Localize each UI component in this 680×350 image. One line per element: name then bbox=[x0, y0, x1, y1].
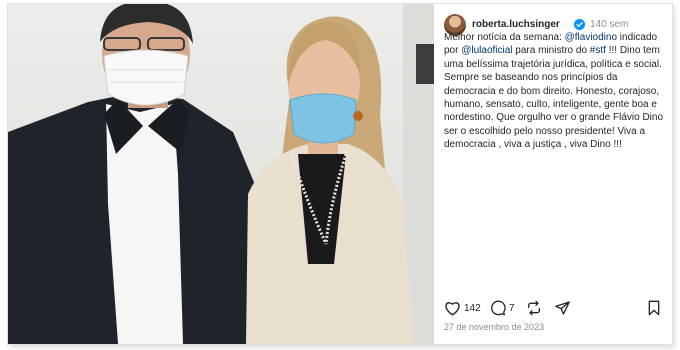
mention-flaviodino[interactable]: @flaviodino bbox=[565, 32, 617, 43]
repost-icon[interactable] bbox=[526, 300, 542, 316]
like-count: 142 bbox=[464, 302, 481, 314]
send-icon[interactable] bbox=[554, 300, 571, 316]
like-action[interactable]: 142 bbox=[444, 300, 481, 316]
send-button[interactable] bbox=[554, 300, 571, 316]
instagram-post-card: roberta.luchsinger 140 sem Melhor notíci… bbox=[8, 4, 672, 344]
comment-icon[interactable] bbox=[490, 300, 506, 316]
post-time-ago: 140 sem bbox=[590, 19, 629, 30]
hashtag-stf[interactable]: #stf bbox=[590, 45, 606, 56]
caption-text: para ministro do bbox=[512, 45, 590, 57]
verified-badge-icon bbox=[574, 19, 585, 30]
post-caption: Melhor notícia da semana: @flaviodino in… bbox=[444, 31, 664, 152]
caption-text: !!! Dino tem uma belíssima trajetória ju… bbox=[444, 45, 664, 151]
heart-icon[interactable] bbox=[444, 300, 461, 316]
mention-lulaoficial[interactable]: @lulaoficial bbox=[461, 45, 512, 56]
caption-text: Melhor notícia da semana: bbox=[444, 32, 565, 43]
post-photo bbox=[8, 4, 434, 344]
comment-action[interactable]: 7 bbox=[490, 300, 515, 316]
bookmark-icon[interactable] bbox=[647, 300, 661, 316]
save-button[interactable] bbox=[647, 300, 661, 316]
username[interactable]: roberta.luchsinger bbox=[472, 19, 560, 30]
post-actions-bar: 142 7 bbox=[444, 300, 662, 320]
man-white-mask bbox=[103, 49, 189, 106]
woman-earring bbox=[353, 111, 363, 121]
photo-illustration bbox=[8, 4, 434, 344]
woman-blue-mask bbox=[289, 93, 357, 144]
post-sidebar: roberta.luchsinger 140 sem Melhor notíci… bbox=[434, 4, 672, 344]
post-date: 27 de novembro de 2023 bbox=[444, 322, 545, 332]
comment-count: 7 bbox=[509, 302, 515, 314]
repost-button[interactable] bbox=[526, 300, 542, 316]
wall-fixture bbox=[416, 44, 434, 84]
